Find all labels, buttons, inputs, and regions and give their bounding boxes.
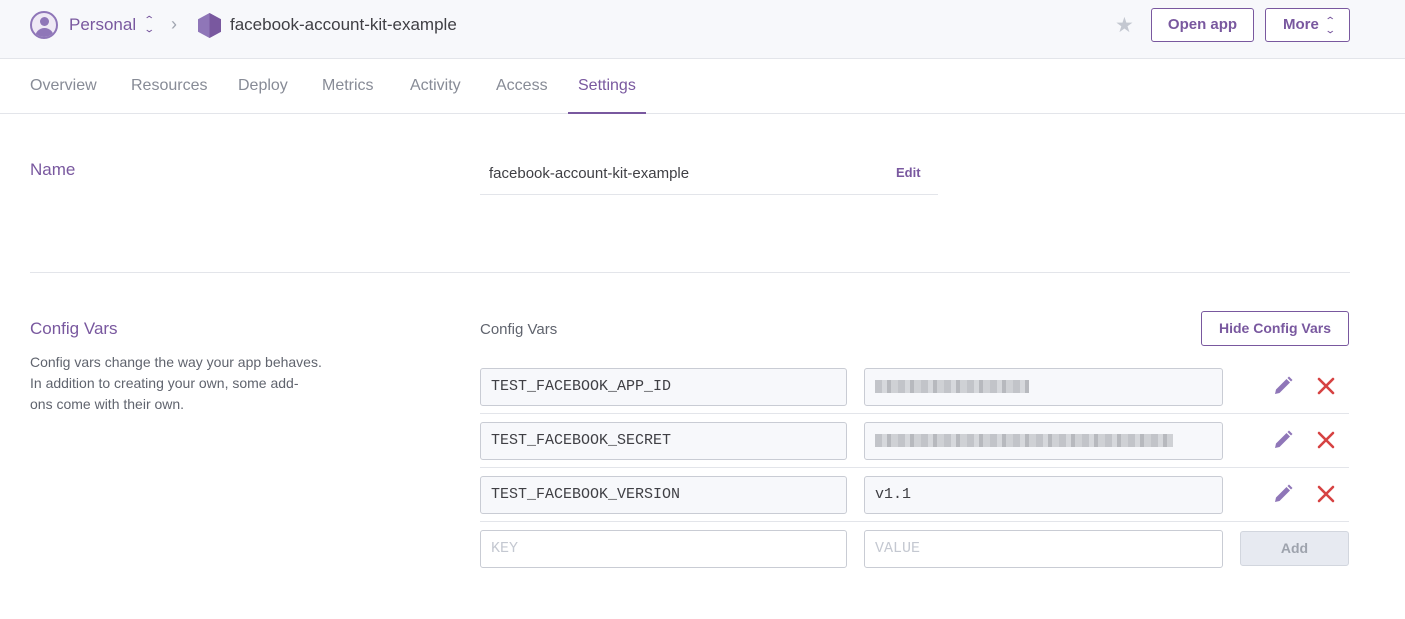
pencil-icon[interactable] (1273, 430, 1293, 450)
more-button[interactable]: More (1265, 8, 1350, 42)
chevron-updown-icon[interactable]: ⌃ ⌃ (143, 16, 155, 34)
row-divider (480, 467, 1349, 468)
row-divider (480, 413, 1349, 414)
divider (480, 194, 938, 195)
config-vars-label: Config Vars (480, 321, 558, 338)
app-name[interactable]: facebook-account-kit-example (230, 14, 457, 36)
config-var-key-field[interactable]: TEST_FACEBOOK_VERSION (480, 476, 847, 514)
name-section-title: Name (30, 160, 76, 179)
config-var-value-field[interactable] (864, 368, 1223, 406)
description-line: ons come with their own. (30, 396, 185, 412)
open-app-button[interactable]: Open app (1151, 8, 1254, 42)
tab-access[interactable]: Access (496, 76, 548, 96)
config-vars-section-title: Config Vars (30, 319, 118, 338)
delete-icon[interactable] (1317, 485, 1335, 503)
team-switcher[interactable]: Personal (69, 14, 136, 36)
pencil-icon[interactable] (1273, 376, 1293, 396)
delete-icon[interactable] (1317, 377, 1335, 395)
tab-deploy[interactable]: Deploy (238, 76, 288, 96)
config-vars-description: Config vars change the way your app beha… (30, 352, 350, 415)
section-divider (30, 272, 1350, 273)
description-line: Config vars change the way your app beha… (30, 354, 322, 370)
chevron-right-icon: › (171, 14, 177, 34)
new-key-input[interactable]: KEY (480, 530, 847, 568)
config-var-key-field[interactable]: TEST_FACEBOOK_APP_ID (480, 368, 847, 406)
tab-resources[interactable]: Resources (131, 76, 207, 96)
tab-bar: Overview Resources Deploy Metrics Activi… (0, 59, 1405, 114)
active-tab-indicator (568, 112, 646, 114)
user-avatar-icon[interactable] (30, 11, 58, 39)
chevron-updown-icon: ⌃ ⌃ (1324, 16, 1337, 35)
new-value-input[interactable]: VALUE (864, 530, 1223, 568)
row-divider (480, 521, 1349, 522)
app-name-value: facebook-account-kit-example (489, 165, 690, 182)
edit-name-button[interactable]: Edit (896, 164, 921, 182)
app-hexagon-icon (198, 13, 221, 38)
tab-overview[interactable]: Overview (30, 76, 97, 96)
config-var-key-field[interactable]: TEST_FACEBOOK_SECRET (480, 422, 847, 460)
description-line: In addition to creating your own, some a… (30, 375, 299, 391)
redacted-value (875, 379, 1029, 393)
redacted-value (875, 433, 1173, 447)
pencil-icon[interactable] (1273, 484, 1293, 504)
config-var-value-field[interactable]: v1.1 (864, 476, 1223, 514)
app-header: Personal ⌃ ⌃ › facebook-account-kit-examp… (0, 0, 1405, 59)
more-label: More (1283, 16, 1319, 33)
config-var-value-field[interactable] (864, 422, 1223, 460)
tab-metrics[interactable]: Metrics (322, 76, 374, 96)
star-icon[interactable]: ★ (1115, 14, 1134, 38)
add-config-var-button[interactable]: Add (1240, 531, 1349, 566)
tab-settings[interactable]: Settings (578, 76, 636, 96)
hide-config-vars-button[interactable]: Hide Config Vars (1201, 311, 1349, 346)
tab-activity[interactable]: Activity (410, 76, 461, 96)
delete-icon[interactable] (1317, 431, 1335, 449)
